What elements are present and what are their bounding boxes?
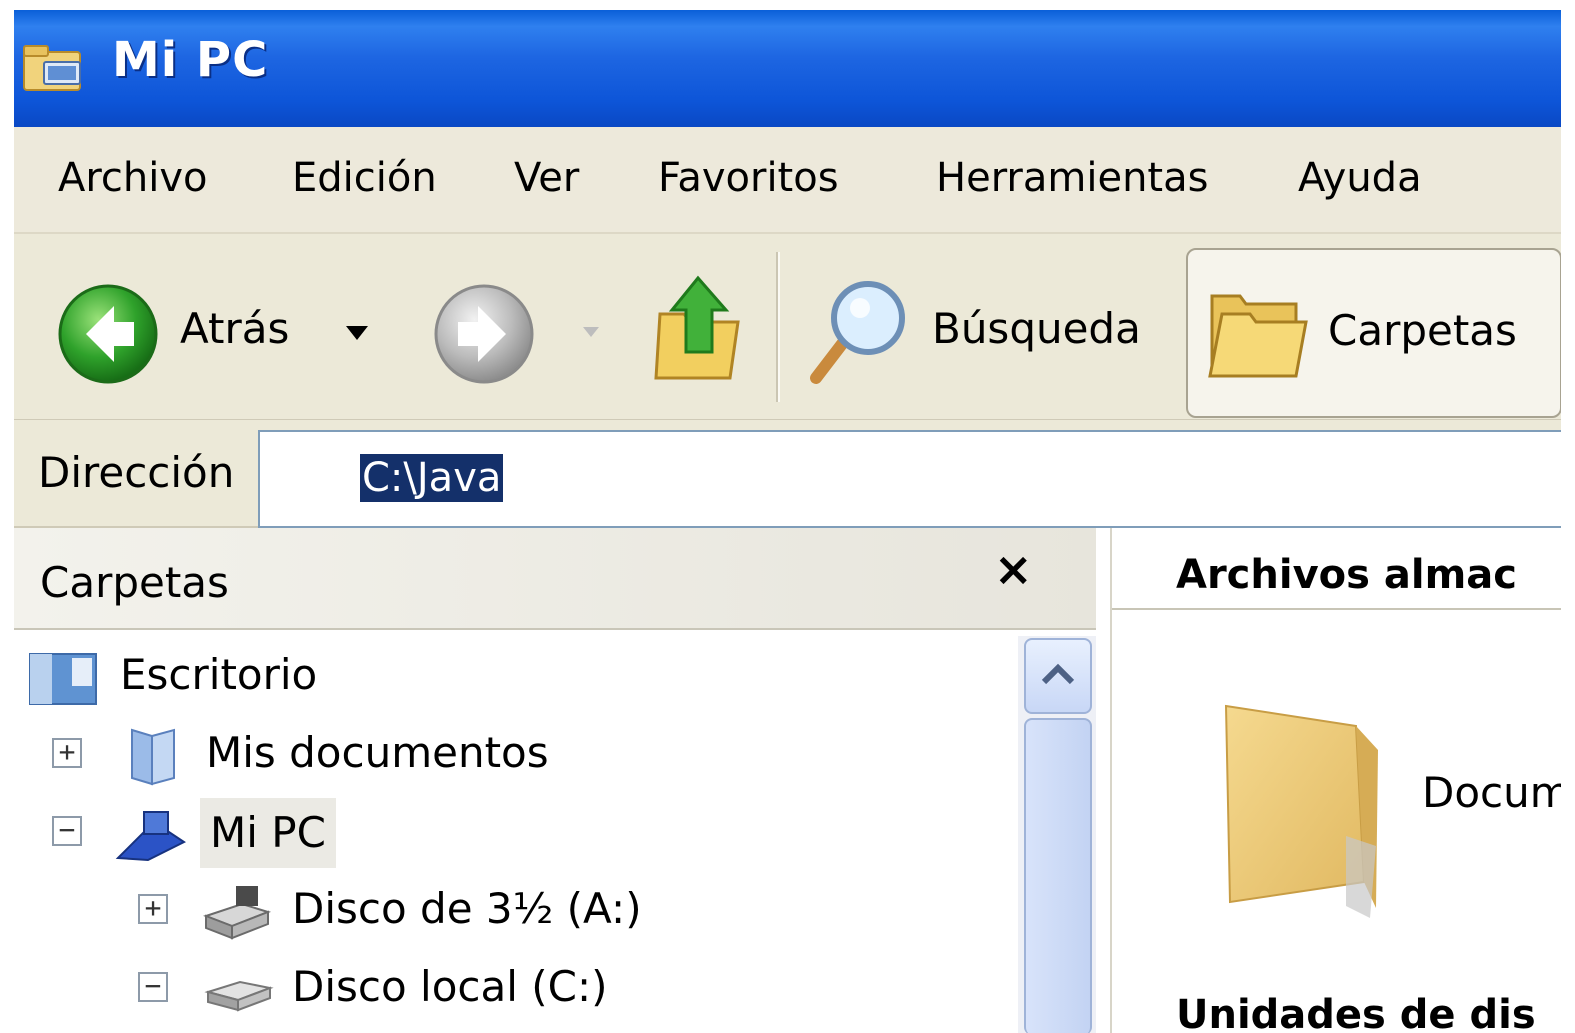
tree-item-mi-pc[interactable]: − Mi PC: [14, 798, 1014, 868]
close-icon[interactable]: ×: [994, 542, 1033, 596]
menu-ver[interactable]: Ver: [514, 155, 579, 201]
content-item-label: Docum: [1422, 768, 1561, 817]
folders-pane-title: Carpetas: [40, 558, 229, 607]
search-icon[interactable]: [806, 274, 916, 386]
back-arrow-icon[interactable]: [56, 282, 160, 386]
forward-dropdown-icon[interactable]: [582, 326, 600, 338]
tree-label: Escritorio: [120, 650, 318, 699]
content-item-documents[interactable]: Docum: [1112, 678, 1561, 928]
address-bar: Dirección C:\Java: [14, 420, 1561, 528]
tree-item-escritorio[interactable]: Escritorio: [14, 642, 1014, 712]
folder-icon: [1224, 704, 1378, 918]
tree-label: Mis documentos: [206, 728, 549, 777]
chevron-up-icon: [1041, 663, 1075, 685]
title-bar[interactable]: Mi PC: [14, 10, 1561, 127]
section-divider: [1112, 608, 1561, 610]
menu-bar: Archivo Edición Ver Favoritos Herramient…: [14, 127, 1561, 234]
desktop-icon: [29, 653, 97, 705]
folder-computer-icon: [23, 45, 81, 91]
menu-favoritos[interactable]: Favoritos: [658, 155, 839, 201]
floppy-drive-icon: [203, 886, 272, 940]
address-label: Dirección: [38, 448, 235, 497]
tree-item-floppy-a[interactable]: + Disco de 3½ (A:): [14, 876, 1014, 946]
expand-toggle[interactable]: +: [138, 894, 168, 924]
folders-icon: [1208, 294, 1308, 378]
section-header-drives: Unidades de dis: [1176, 992, 1536, 1033]
back-label[interactable]: Atrás: [180, 304, 289, 353]
scroll-up-button[interactable]: [1024, 638, 1092, 714]
tree-label: Mi PC: [200, 798, 336, 868]
my-computer-icon: [115, 811, 186, 862]
window-title: Mi PC: [112, 32, 269, 88]
search-label[interactable]: Búsqueda: [932, 304, 1141, 353]
menu-ayuda[interactable]: Ayuda: [1298, 155, 1422, 201]
menu-herramientas[interactable]: Herramientas: [936, 155, 1208, 201]
toolbar: Atrás Búsqueda Carpetas: [14, 234, 1561, 421]
address-value[interactable]: C:\Java: [360, 454, 504, 502]
up-folder-icon[interactable]: [654, 274, 744, 384]
collapse-toggle[interactable]: −: [138, 972, 168, 1002]
back-dropdown-icon[interactable]: [344, 324, 370, 342]
tree-item-mis-documentos[interactable]: + Mis documentos: [14, 720, 1014, 790]
explorer-window: Mi PC Archivo Edición Ver Favoritos Herr…: [14, 10, 1561, 1033]
toolbar-separator: [776, 252, 780, 402]
folder-tree: Escritorio + Mis documentos − Mi PC + Di…: [14, 630, 1018, 1033]
hard-drive-icon: [204, 980, 274, 1012]
scroll-thumb[interactable]: [1024, 718, 1092, 1033]
folders-button[interactable]: Carpetas: [1186, 248, 1561, 418]
folders-pane: Carpetas × Escritorio + Mis documentos −…: [14, 528, 1096, 1033]
my-documents-icon: [131, 728, 175, 786]
section-header-files: Archivos almac: [1176, 552, 1517, 598]
expand-toggle[interactable]: +: [52, 738, 82, 768]
tree-label: Disco de 3½ (A:): [292, 884, 642, 933]
menu-edicion[interactable]: Edición: [292, 155, 437, 201]
address-input[interactable]: C:\Java: [258, 430, 1561, 528]
folder-tree-scrollbar[interactable]: [1018, 636, 1096, 1033]
collapse-toggle[interactable]: −: [52, 816, 82, 846]
tree-item-local-disk-c[interactable]: − Disco local (C:): [14, 954, 1014, 1024]
folders-pane-header: Carpetas ×: [14, 528, 1096, 630]
folders-label: Carpetas: [1328, 306, 1517, 355]
menu-archivo[interactable]: Archivo: [58, 155, 208, 201]
content-pane: Archivos almac Docum Unidades de dis: [1110, 528, 1561, 1033]
tree-label: Disco local (C:): [292, 962, 608, 1011]
forward-arrow-icon[interactable]: [432, 282, 536, 386]
